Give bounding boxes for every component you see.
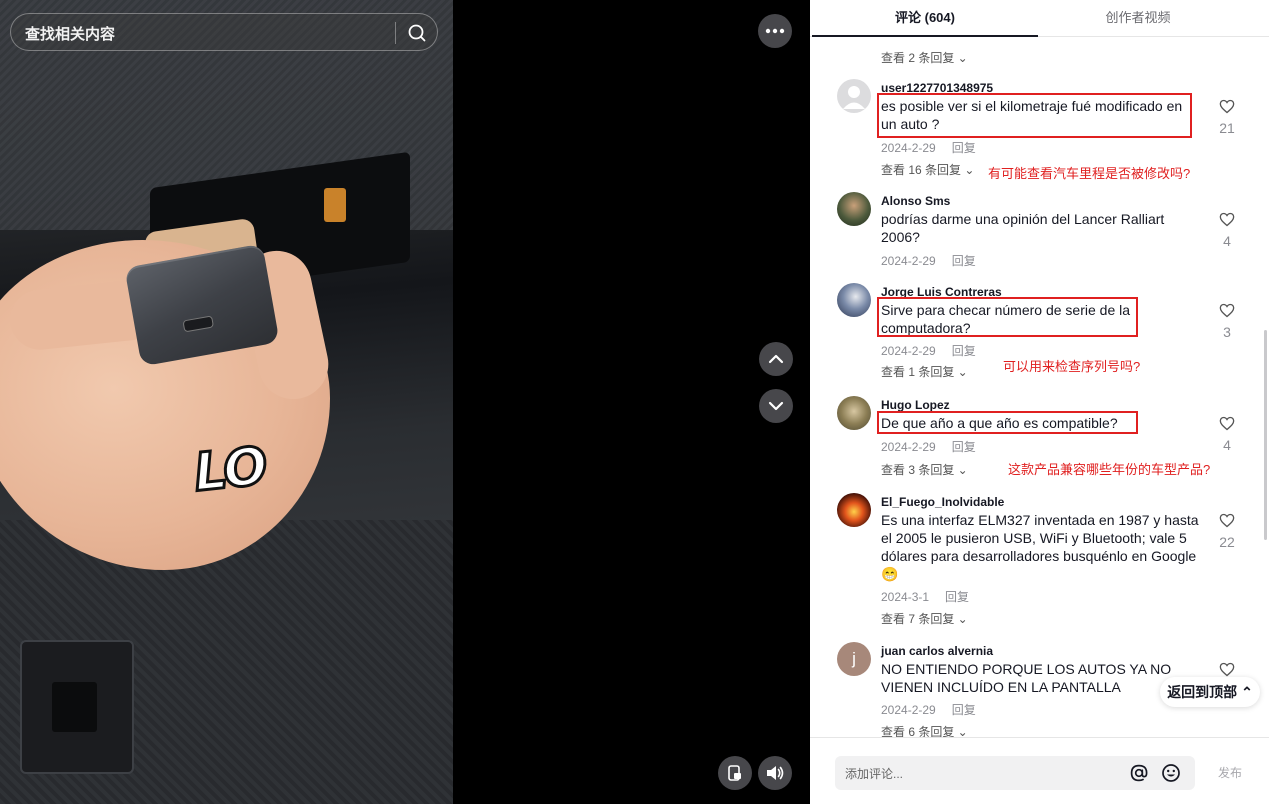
comment-date: 2024-2-29 xyxy=(881,344,936,358)
video-frame[interactable]: LO xyxy=(0,0,453,804)
reply-button[interactable]: 回复 xyxy=(952,141,976,155)
like-group: 4 xyxy=(1215,212,1239,249)
back-to-top-button[interactable]: 返回到顶部 ⌃ xyxy=(1160,677,1260,707)
view-replies-link[interactable]: 查看 16 条回复 ⌄ xyxy=(881,161,974,178)
heart-icon[interactable] xyxy=(1219,212,1235,227)
heart-icon[interactable] xyxy=(1219,662,1235,677)
previous-video-button[interactable] xyxy=(759,342,793,376)
translation-note: 这款产品兼容哪些年份的车型产品? xyxy=(1008,462,1211,477)
avatar[interactable] xyxy=(837,283,871,317)
heart-icon[interactable] xyxy=(1219,416,1235,431)
view-replies-link[interactable]: 查看 6 条回复 ⌄ xyxy=(881,723,968,737)
comment-meta: 2024-2-29 回复 xyxy=(881,342,976,359)
comment-username[interactable]: El_Fuego_Inolvidable xyxy=(881,495,1004,509)
search-bar xyxy=(10,13,438,51)
comment-panel: 评论 (604) 创作者视频 查看 2 条回复 ⌄ user1227701348… xyxy=(810,0,1269,804)
like-group: 22 xyxy=(1215,513,1239,550)
like-count: 4 xyxy=(1223,437,1231,453)
comment-date: 2024-2-29 xyxy=(881,254,936,268)
orange-connector xyxy=(324,188,346,222)
like-group: 3 xyxy=(1215,303,1239,340)
mention-icon[interactable] xyxy=(1129,763,1149,783)
comment-meta: 2024-2-29 回复 xyxy=(881,438,976,455)
like-count: 3 xyxy=(1223,324,1231,340)
comment-meta: 2024-2-29 回复 xyxy=(881,139,976,156)
reply-button[interactable]: 回复 xyxy=(945,590,969,604)
floating-player-icon xyxy=(728,765,741,781)
default-avatar-icon xyxy=(843,86,865,109)
video-area: LO xyxy=(0,0,810,804)
like-count: 21 xyxy=(1219,120,1235,136)
scrollbar[interactable] xyxy=(1264,330,1267,540)
like-count: 22 xyxy=(1219,534,1235,550)
heart-icon[interactable] xyxy=(1219,513,1235,528)
chevron-down-icon xyxy=(768,401,784,411)
comment-date: 2024-3-1 xyxy=(881,590,930,604)
view-replies-link[interactable]: 查看 7 条回复 ⌄ xyxy=(881,610,968,627)
heart-icon[interactable] xyxy=(1219,303,1235,318)
search-icon xyxy=(408,24,426,42)
search-input[interactable] xyxy=(23,22,397,46)
view-replies-link[interactable]: 查看 3 条回复 ⌄ xyxy=(881,461,968,478)
avatar[interactable] xyxy=(837,493,871,527)
tab-comments[interactable]: 评论 (604) xyxy=(812,0,1038,37)
comment-username[interactable]: Hugo Lopez xyxy=(881,398,950,412)
highlight-box xyxy=(877,297,1138,337)
avatar[interactable]: j xyxy=(837,642,871,676)
comment-input[interactable] xyxy=(843,762,1117,786)
reply-button[interactable]: 回复 xyxy=(952,254,976,268)
volume-icon xyxy=(767,766,784,780)
like-group: 4 xyxy=(1215,416,1239,453)
comment-input-box xyxy=(835,756,1195,790)
comment-composer: 发布 xyxy=(810,737,1269,804)
comment-username[interactable]: Alonso Sms xyxy=(881,194,950,208)
dashboard-compartment xyxy=(20,640,134,774)
avatar[interactable] xyxy=(837,79,871,113)
comment-date: 2024-2-29 xyxy=(881,703,936,717)
translation-note: 有可能查看汽车里程是否被修改吗? xyxy=(988,166,1191,181)
comment-list[interactable]: 查看 2 条回复 ⌄ user1227701348975 es posible … xyxy=(810,37,1269,737)
comment-date: 2024-2-29 xyxy=(881,440,936,454)
comment-meta: 2024-3-1 回复 xyxy=(881,588,969,605)
highlight-box xyxy=(877,93,1192,138)
search-divider xyxy=(395,22,396,44)
avatar-letter: j xyxy=(852,649,856,668)
next-video-button[interactable] xyxy=(759,389,793,423)
comment-text: Es una interfaz ELM327 inventada en 1987… xyxy=(881,512,1199,582)
video-caption: LO xyxy=(190,435,270,505)
chevron-up-icon xyxy=(768,354,784,364)
more-options-button[interactable] xyxy=(758,14,792,48)
search-button[interactable] xyxy=(403,20,431,46)
volume-button[interactable] xyxy=(758,756,792,790)
highlight-box xyxy=(877,411,1138,434)
avatar[interactable] xyxy=(837,192,871,226)
translation-note: 可以用来检查序列号吗? xyxy=(1003,359,1141,374)
panel-tabs: 评论 (604) 创作者视频 xyxy=(810,0,1269,37)
reply-button[interactable]: 回复 xyxy=(952,344,976,358)
more-dots-icon xyxy=(765,28,785,34)
floating-player-button[interactable] xyxy=(718,756,752,790)
view-replies-link[interactable]: 查看 2 条回复 ⌄ xyxy=(881,49,968,66)
comment-meta: 2024-2-29 回复 xyxy=(881,252,976,269)
reply-button[interactable]: 回复 xyxy=(952,440,976,454)
reply-button[interactable]: 回复 xyxy=(952,703,976,717)
comment-username[interactable]: juan carlos alvernia xyxy=(881,644,993,658)
view-replies-link[interactable]: 查看 1 条回复 ⌄ xyxy=(881,363,968,380)
comment-text: podrías darme una opinión del Lancer Ral… xyxy=(881,211,1165,245)
comment-date: 2024-2-29 xyxy=(881,141,936,155)
tab-creator-videos[interactable]: 创作者视频 xyxy=(1040,0,1236,36)
avatar[interactable] xyxy=(837,396,871,430)
emoji-icon[interactable] xyxy=(1161,763,1181,783)
like-group: 21 xyxy=(1215,99,1239,136)
like-count: 4 xyxy=(1223,233,1231,249)
heart-icon[interactable] xyxy=(1219,99,1235,114)
comment-meta: 2024-2-29 回复 xyxy=(881,701,976,718)
post-button[interactable]: 发布 xyxy=(1218,764,1242,781)
